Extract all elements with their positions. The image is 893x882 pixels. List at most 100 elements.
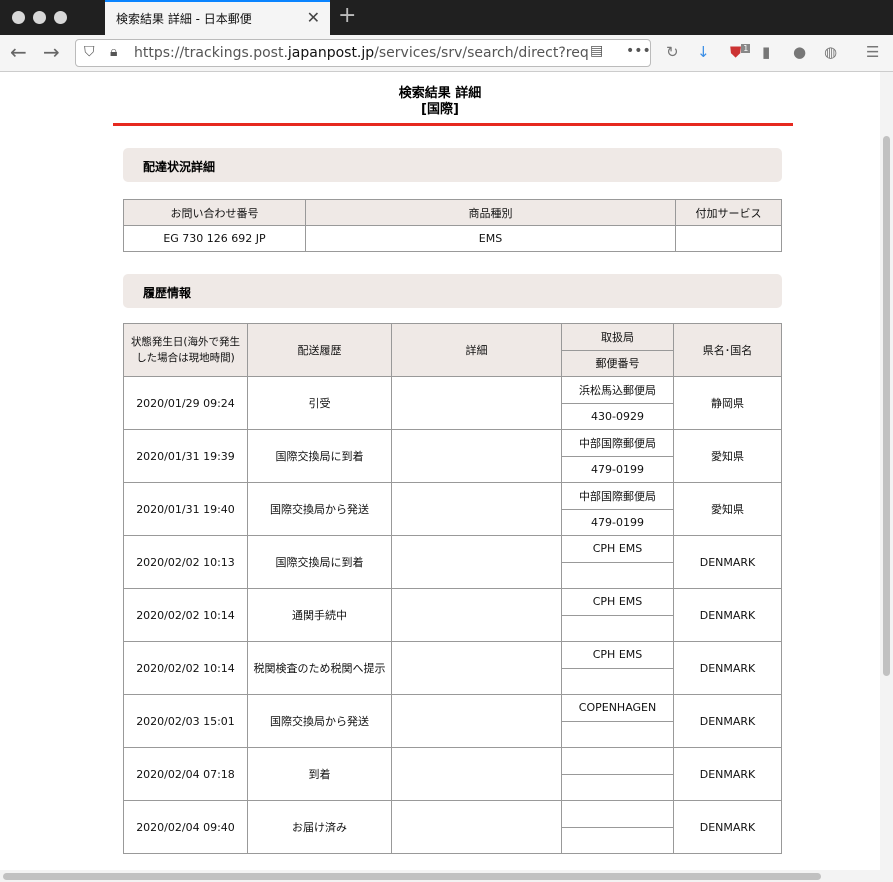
ublock-badge: 1 xyxy=(741,44,751,53)
office xyxy=(561,747,674,775)
header-detail: 詳細 xyxy=(391,323,562,377)
postal-code: 479-0199 xyxy=(561,455,674,483)
office: 浜松馬込郵便局 xyxy=(561,376,674,404)
table-row: 2020/02/02 10:14 税関検査のため税関へ提示 CPH EMS DENMA… xyxy=(123,641,782,695)
detail xyxy=(391,376,562,430)
detail xyxy=(391,535,562,589)
table-row: 2020/01/31 19:39 国際交換局に到着 中部国際郵便局 愛知県 xyxy=(123,429,782,483)
maximize-window-button[interactable] xyxy=(54,11,67,24)
office: 中部国際郵便局 xyxy=(561,482,674,510)
table-row: 2020/02/02 10:13 国際交換局に到着 CPH EMS DENMARK xyxy=(123,535,782,589)
office xyxy=(561,800,674,828)
reader-view-icon[interactable]: ▤ xyxy=(588,43,604,59)
postal-code xyxy=(561,614,674,642)
postal-code: 430-0929 xyxy=(561,402,674,430)
table-row: 2020/02/04 07:18 到着 DENMARK xyxy=(123,747,782,801)
region: 愛知県 xyxy=(673,482,782,536)
date: 2020/02/02 10:14 xyxy=(123,641,248,695)
history-table: 状態発生日(海外で発生した場合は現地時間) 配送履歴 詳細 取扱局 県名･国名 … xyxy=(123,323,782,854)
subtitle: [国際] xyxy=(421,102,459,117)
postal-code xyxy=(561,826,674,854)
header-postal: 郵便番号 xyxy=(561,349,674,377)
header-status: 配送履歴 xyxy=(247,323,392,377)
status: 通関手続中 xyxy=(247,588,392,642)
delivery-table: お問い合わせ番号 商品種別 付加サービス EG 730 126 692 JP EMS xyxy=(123,199,782,252)
title: 検索結果 詳細 xyxy=(398,86,482,101)
region: DENMARK xyxy=(673,747,782,801)
horizontal-scrollbar[interactable] xyxy=(0,870,893,882)
table-row: 2020/02/03 15:01 国際交換局から発送 COPENHAGEN DENMA… xyxy=(123,694,782,748)
office: CPH EMS xyxy=(561,588,674,616)
status: 引受 xyxy=(247,376,392,430)
header-date: 状態発生日(海外で発生した場合は現地時間) xyxy=(123,323,248,377)
download-icon[interactable]: ↓ xyxy=(697,43,710,61)
status: 国際交換局から発送 xyxy=(247,482,392,536)
minimize-window-button[interactable] xyxy=(33,11,46,24)
table-row: 2020/02/02 10:14 通関手続中 CPH EMS DENMARK xyxy=(123,588,782,642)
postal-code xyxy=(561,720,674,748)
title-divider xyxy=(113,123,793,126)
status: 国際交換局に到着 xyxy=(247,535,392,589)
vertical-scrollbar[interactable] xyxy=(880,72,893,870)
extension-icon-3[interactable]: ◍ xyxy=(824,43,837,61)
table-row: 2020/01/31 19:40 国際交換局から発送 中部国際郵便局 愛知県 xyxy=(123,482,782,536)
new-tab-button[interactable]: + xyxy=(338,3,356,28)
close-tab-icon[interactable]: ✕ xyxy=(307,8,320,27)
date: 2020/01/29 09:24 xyxy=(123,376,248,430)
page-content: 検索結果 詳細 [国際] 配達状況詳細 お問い合わせ番号 商品種別 付加サービス EG… xyxy=(0,72,880,870)
nav-toolbar: ← → ⛉ 🔒︎ https://trackings.post.japanpos… xyxy=(0,35,893,72)
header-additional-service: 付加サービス xyxy=(675,199,782,226)
date: 2020/02/03 15:01 xyxy=(123,694,248,748)
back-button[interactable]: ← xyxy=(10,40,27,64)
url-path: /services/srv/search/direct?req xyxy=(374,45,589,61)
tab-bar: 検索結果 詳細 - 日本郵便 ✕ + xyxy=(0,0,893,35)
date: 2020/02/02 10:13 xyxy=(123,535,248,589)
more-actions-icon[interactable]: ••• xyxy=(626,43,650,59)
region: DENMARK xyxy=(673,641,782,695)
extension-icon[interactable]: ▮ xyxy=(762,43,770,61)
region: DENMARK xyxy=(673,694,782,748)
office: 中部国際郵便局 xyxy=(561,429,674,457)
postal-code: 479-0199 xyxy=(561,508,674,536)
forward-button[interactable]: → xyxy=(43,40,60,64)
detail xyxy=(391,641,562,695)
detail xyxy=(391,747,562,801)
extension-icon-2[interactable]: ● xyxy=(793,43,806,61)
ublock-icon[interactable]: ⛊ 1 xyxy=(730,43,751,61)
shield-icon[interactable]: ⛉ xyxy=(84,44,95,60)
item-type: EMS xyxy=(305,225,676,252)
table-row: 2020/02/04 09:40 お届け済み DENMARK xyxy=(123,800,782,854)
browser-tab[interactable]: 検索結果 詳細 - 日本郵便 ✕ xyxy=(105,0,330,35)
url-host: https://trackings.post. xyxy=(134,45,288,61)
postal-code xyxy=(561,667,674,695)
header-office: 取扱局 xyxy=(561,323,674,351)
detail xyxy=(391,482,562,536)
postal-code xyxy=(561,773,674,801)
date: 2020/02/02 10:14 xyxy=(123,588,248,642)
region: 愛知県 xyxy=(673,429,782,483)
history-section-heading: 履歴情報 xyxy=(123,274,782,308)
tracking-number: EG 730 126 692 JP xyxy=(123,225,306,252)
reload-icon[interactable]: ↻ xyxy=(666,43,679,61)
header-region: 県名･国名 xyxy=(673,323,782,377)
status: 税関検査のため税関へ提示 xyxy=(247,641,392,695)
region: 静岡県 xyxy=(673,376,782,430)
close-window-button[interactable] xyxy=(12,11,25,24)
region: DENMARK xyxy=(673,800,782,854)
url-bar[interactable]: ⛉ 🔒︎ https://trackings.post.japanpost.jp… xyxy=(75,39,651,67)
header-tracking-number: お問い合わせ番号 xyxy=(123,199,306,226)
menu-icon[interactable]: ☰ xyxy=(866,43,879,61)
page-title: 検索結果 詳細 [国際] xyxy=(0,86,880,118)
region: DENMARK xyxy=(673,535,782,589)
table-row: 2020/01/29 09:24 引受 浜松馬込郵便局 静岡県 xyxy=(123,376,782,430)
status: 国際交換局から発送 xyxy=(247,694,392,748)
detail xyxy=(391,694,562,748)
delivery-section-heading: 配達状況詳細 xyxy=(123,148,782,182)
date: 2020/01/31 19:40 xyxy=(123,482,248,536)
date: 2020/02/04 07:18 xyxy=(123,747,248,801)
url-domain: japanpost.jp xyxy=(287,45,375,61)
status: 国際交換局に到着 xyxy=(247,429,392,483)
tab-title: 検索結果 詳細 - 日本郵便 xyxy=(116,12,252,26)
date: 2020/01/31 19:39 xyxy=(123,429,248,483)
detail xyxy=(391,588,562,642)
